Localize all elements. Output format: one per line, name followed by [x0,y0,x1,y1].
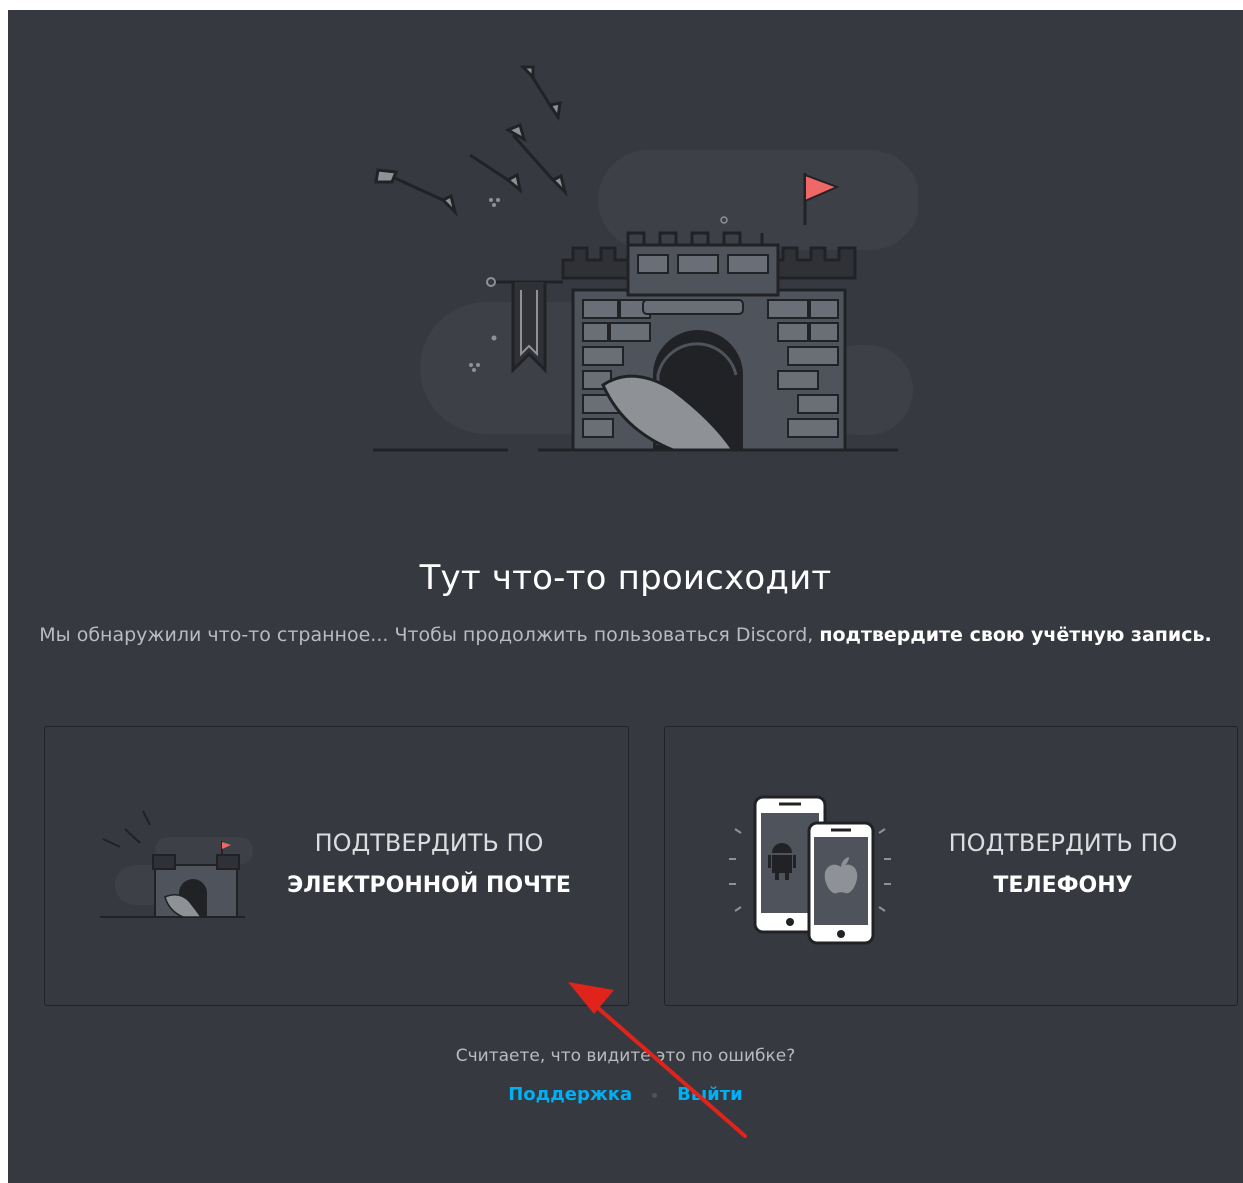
verify-phone-button[interactable]: ПОДТВЕРДИТЬ ПО ТЕЛЕФОНУ [664,726,1238,1006]
verify-phone-label-bottom: ТЕЛЕФОНУ [993,873,1133,898]
phones-icon [729,795,891,945]
verify-email-label-top: ПОДТВЕРДИТЬ ПО [314,829,544,857]
verify-email-label-bottom: ЭЛЕКТРОННОЙ ПОЧТЕ [287,873,571,898]
error-question: Считаете, что видите это по ошибке? [455,1046,796,1066]
separator-dot [652,1092,658,1098]
footer-links: Поддержка Выйти [8,1084,1243,1105]
castle-illustration-icon [373,65,918,452]
castle-icon [100,810,253,918]
description-text: Мы обнаружили что-то странное... Чтобы п… [39,624,820,646]
support-link[interactable]: Поддержка [508,1084,632,1105]
verify-phone-label-top: ПОДТВЕРДИТЬ ПО [948,829,1178,857]
page-description: Мы обнаружили что-то странное... Чтобы п… [8,614,1243,656]
logout-link[interactable]: Выйти [677,1084,743,1105]
page-title: Тут что-то происходит [419,558,832,598]
verification-screen: Тут что-то происходит Мы обнаружили что-… [8,10,1243,1183]
description-emphasis: подтвердите свою учётную запись. [819,624,1212,646]
verify-email-button[interactable]: ПОДТВЕРДИТЬ ПО ЭЛЕКТРОННОЙ ПОЧТЕ [44,726,629,1006]
